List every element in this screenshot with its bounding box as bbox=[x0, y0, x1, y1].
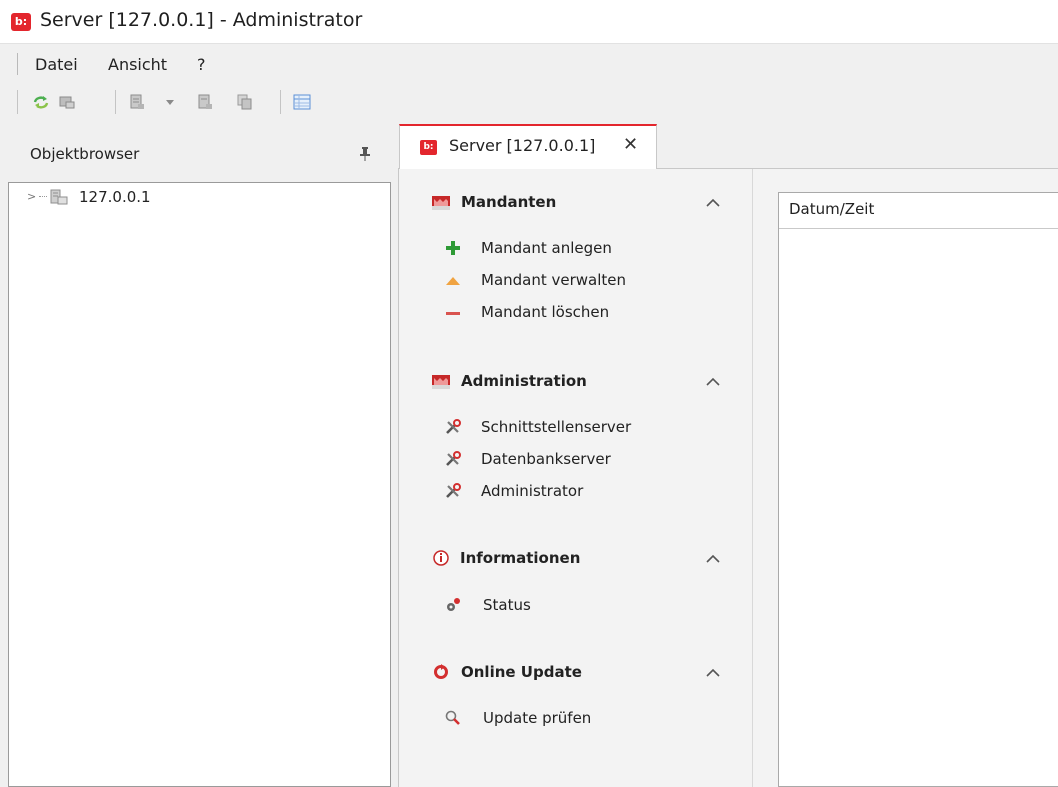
menu-datei[interactable]: Datei bbox=[35, 55, 78, 74]
menu-grip bbox=[17, 53, 18, 75]
collapse-chevron-icon[interactable] bbox=[706, 377, 720, 387]
menu-ansicht[interactable]: Ansicht bbox=[108, 55, 167, 74]
tools-icon bbox=[446, 419, 461, 434]
object-browser-title: Objektbrowser bbox=[30, 145, 140, 163]
section-title-mandanten: Mandanten bbox=[461, 193, 557, 211]
info-icon bbox=[433, 550, 449, 566]
section-title-administration: Administration bbox=[461, 372, 587, 390]
section-title-online-update: Online Update bbox=[461, 663, 582, 681]
pin-icon[interactable] bbox=[360, 147, 370, 161]
search-icon bbox=[445, 710, 460, 725]
edit-document-icon[interactable] bbox=[196, 94, 214, 110]
object-tree[interactable] bbox=[8, 182, 391, 787]
mandanten-icon bbox=[432, 196, 450, 210]
minus-icon bbox=[446, 312, 460, 315]
collapse-chevron-icon[interactable] bbox=[706, 198, 720, 208]
copy-icon[interactable] bbox=[236, 94, 254, 110]
task-status[interactable]: Status bbox=[483, 596, 531, 614]
triangle-up-icon bbox=[446, 277, 460, 285]
dropdown-arrow-icon[interactable] bbox=[166, 100, 174, 105]
app-logo: b: bbox=[11, 13, 31, 31]
table-view-icon[interactable] bbox=[293, 94, 311, 110]
task-datenbankserver[interactable]: Datenbankserver bbox=[481, 450, 611, 468]
task-administrator[interactable]: Administrator bbox=[481, 482, 583, 500]
window-title: Server [127.0.0.1] - Administrator bbox=[40, 9, 363, 31]
online-update-icon bbox=[434, 664, 448, 679]
tools-icon bbox=[446, 483, 461, 498]
refresh-icon[interactable] bbox=[32, 94, 50, 110]
toolbar-separator bbox=[115, 90, 116, 114]
task-mandant-anlegen[interactable]: Mandant anlegen bbox=[481, 239, 612, 257]
administration-icon bbox=[432, 375, 450, 389]
new-document-icon[interactable] bbox=[128, 94, 146, 110]
tree-connector bbox=[39, 196, 47, 197]
task-mandant-verwalten[interactable]: Mandant verwalten bbox=[481, 271, 626, 289]
gear-icon bbox=[447, 598, 460, 611]
column-header-datum-zeit[interactable]: Datum/Zeit bbox=[789, 200, 874, 218]
tree-item-server[interactable]: 127.0.0.1 bbox=[79, 188, 151, 206]
task-schnittstellenserver[interactable]: Schnittstellenserver bbox=[481, 418, 631, 436]
menu-help[interactable]: ? bbox=[197, 55, 206, 74]
tasks-panel bbox=[399, 169, 752, 787]
toolbar-separator bbox=[280, 90, 281, 114]
tree-expand-chevron-icon[interactable]: > bbox=[27, 190, 36, 203]
task-update-pruefen[interactable]: Update prüfen bbox=[483, 709, 591, 727]
close-tab-icon[interactable]: ✕ bbox=[623, 134, 638, 155]
tab-logo: b: bbox=[420, 140, 437, 155]
tools-icon bbox=[446, 451, 461, 466]
log-table[interactable] bbox=[778, 192, 1058, 787]
toolbar-grip bbox=[17, 90, 18, 114]
server-icon bbox=[50, 189, 68, 205]
tab-server-label[interactable]: Server [127.0.0.1] bbox=[449, 136, 595, 155]
collapse-chevron-icon[interactable] bbox=[706, 668, 720, 678]
plus-icon bbox=[446, 241, 460, 255]
section-title-informationen: Informationen bbox=[460, 549, 581, 567]
collapse-chevron-icon[interactable] bbox=[706, 554, 720, 564]
server-connect-icon[interactable] bbox=[58, 94, 76, 110]
task-mandant-loeschen[interactable]: Mandant löschen bbox=[481, 303, 609, 321]
